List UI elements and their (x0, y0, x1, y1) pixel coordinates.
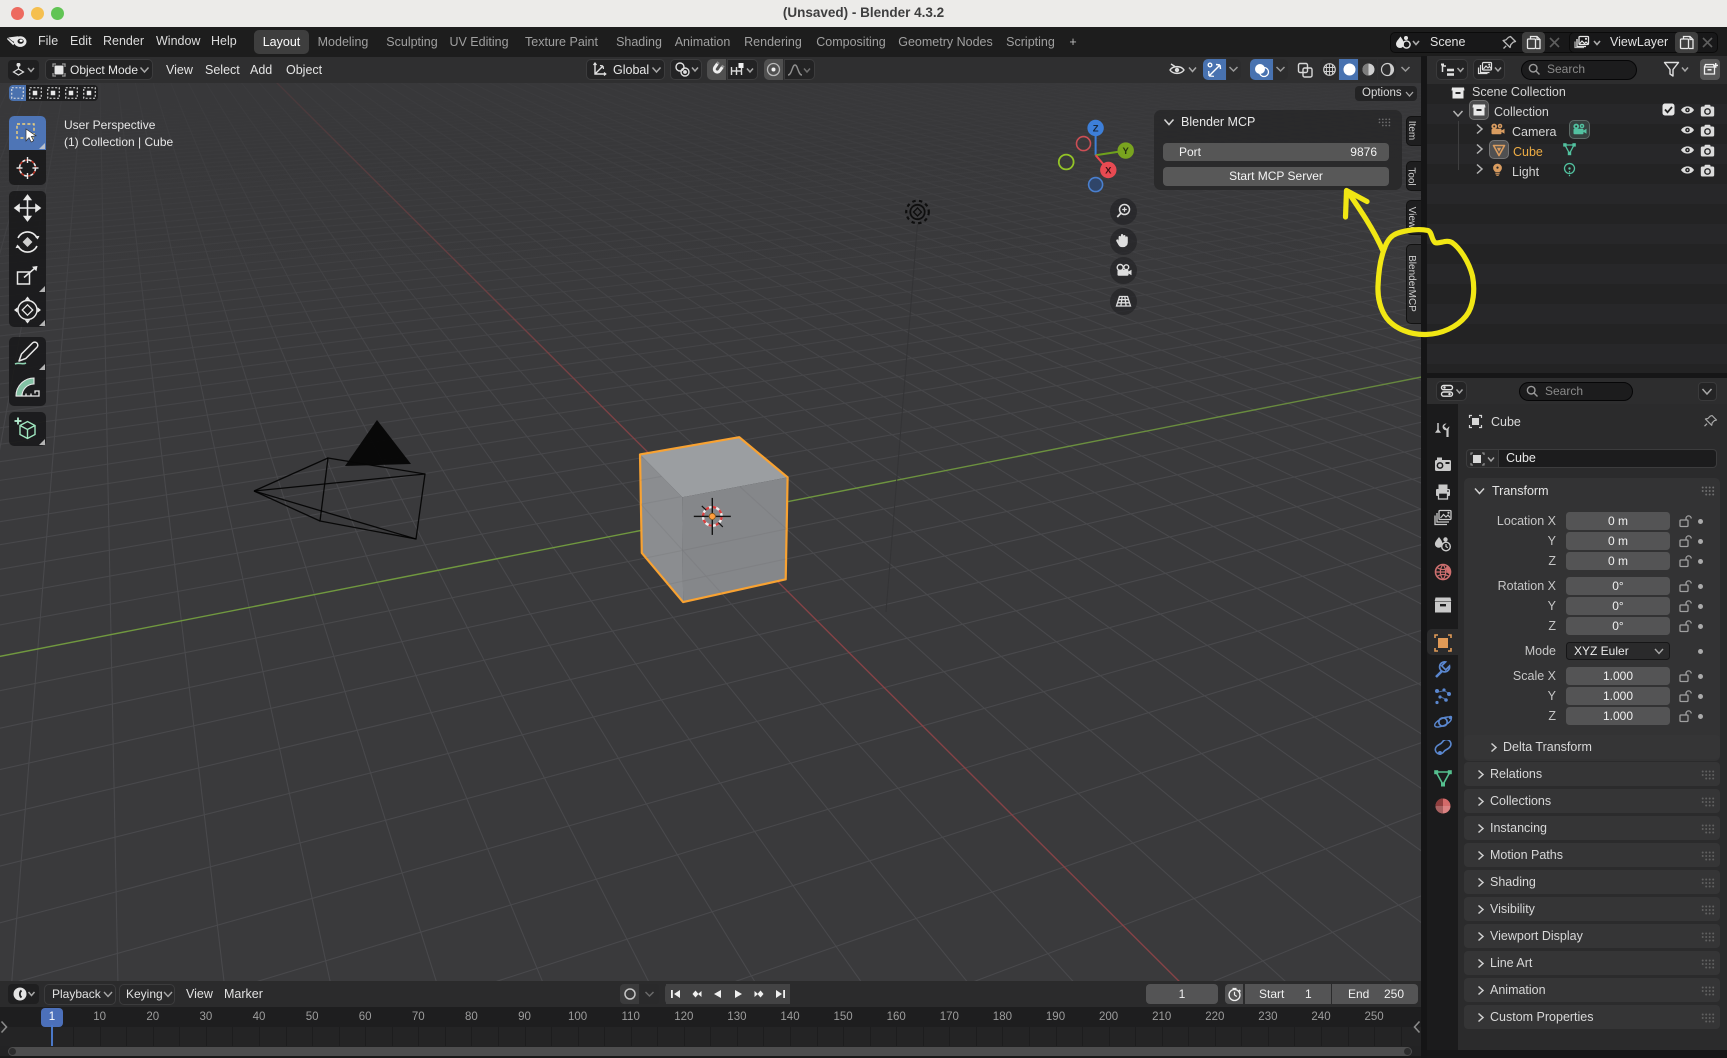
svg-text:Y: Y (1123, 146, 1130, 157)
svg-text:X: X (1105, 165, 1112, 176)
svg-text:Z: Z (1093, 123, 1099, 134)
